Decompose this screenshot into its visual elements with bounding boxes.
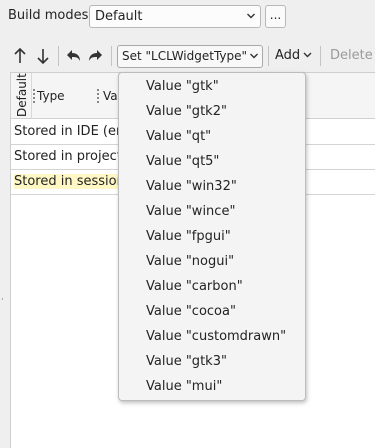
build-modes-combo[interactable]: Default	[89, 5, 261, 28]
chevron-down-icon	[247, 13, 255, 19]
menu-item-gtk3[interactable]: Value "gtk3"	[146, 354, 227, 369]
set-value-dropdown-menu: Value "gtk" Value "gtk2" Value "qt" Valu…	[118, 72, 306, 401]
row-label: Stored in project (	[14, 149, 132, 164]
toolbar-separator	[268, 46, 269, 66]
chevron-down-icon	[303, 52, 312, 58]
menu-item-qt[interactable]: Value "qt"	[146, 129, 211, 144]
menu-item-nogui[interactable]: Value "nogui"	[146, 254, 234, 269]
arrow-down-icon[interactable]	[33, 45, 53, 67]
build-modes-label: Build modes	[8, 8, 89, 23]
header-value: Va	[103, 89, 118, 103]
redo-icon[interactable]	[86, 45, 106, 67]
splitter-handle[interactable]: ·	[1, 295, 4, 305]
column-resize-handle[interactable]	[97, 89, 100, 103]
column-resize-handle[interactable]	[33, 89, 36, 103]
menu-item-carbon[interactable]: Value "carbon"	[146, 279, 243, 294]
build-modes-value: Default	[95, 9, 143, 24]
toolbar-separator	[320, 46, 321, 66]
header-default: Default	[15, 73, 29, 117]
menu-item-qt5[interactable]: Value "qt5"	[146, 154, 219, 169]
set-lclwidgettype-button[interactable]: Set "LCLWidgetType"	[117, 45, 263, 68]
build-modes-row: Build modes Default ...	[0, 0, 375, 34]
toolbar: Set "LCLWidgetType" Add Delete	[0, 42, 375, 70]
add-button[interactable]: Add	[275, 48, 312, 63]
menu-item-fpgui[interactable]: Value "fpgui"	[146, 229, 231, 244]
set-button-label: Set "LCLWidgetType"	[122, 49, 248, 63]
menu-item-wince[interactable]: Value "wince"	[146, 204, 235, 219]
column-divider	[31, 73, 32, 119]
add-button-label: Add	[275, 48, 301, 63]
menu-item-win32[interactable]: Value "win32"	[146, 179, 237, 194]
menu-item-mui[interactable]: Value "mui"	[146, 379, 222, 394]
menu-item-gtk[interactable]: Value "gtk"	[146, 79, 219, 94]
row-label: Stored in session	[14, 174, 125, 189]
chevron-down-icon	[250, 53, 258, 59]
toolbar-separator	[111, 46, 112, 66]
arrow-up-icon[interactable]	[10, 45, 30, 67]
menu-item-customdrawn[interactable]: Value "customdrawn"	[146, 329, 286, 344]
undo-icon[interactable]	[63, 45, 83, 67]
delete-button[interactable]: Delete	[330, 48, 373, 63]
row-label: Stored in IDE (env	[14, 124, 132, 139]
build-modes-more-button[interactable]: ...	[265, 5, 286, 28]
menu-item-gtk2[interactable]: Value "gtk2"	[146, 104, 227, 119]
toolbar-separator	[58, 46, 59, 66]
header-type: Type	[37, 89, 65, 103]
menu-item-cocoa[interactable]: Value "cocoa"	[146, 304, 236, 319]
